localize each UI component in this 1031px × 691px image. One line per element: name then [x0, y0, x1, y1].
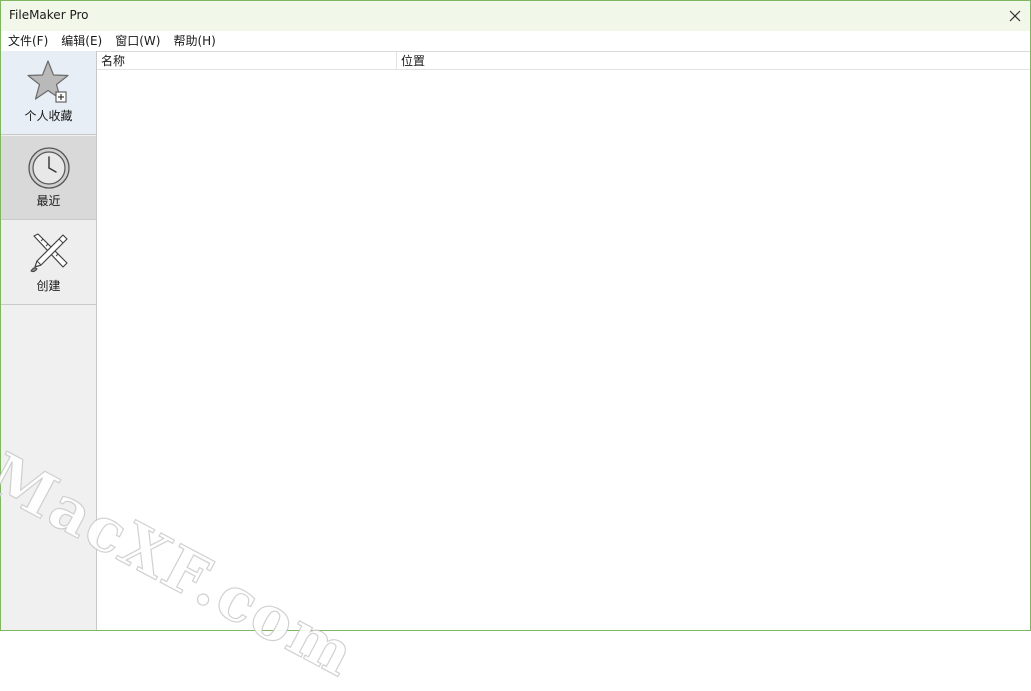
menu-edit[interactable]: 编辑(E): [54, 31, 108, 51]
table-header: 名称 位置: [97, 51, 1030, 70]
file-list[interactable]: [97, 70, 1030, 630]
sidebar-item-label: 个人收藏: [24, 109, 73, 123]
sidebar-item-recent[interactable]: 最近: [1, 136, 96, 220]
menu-help[interactable]: 帮助(H): [166, 31, 221, 51]
close-icon: [1009, 10, 1021, 22]
sidebar-item-label: 最近: [36, 194, 61, 208]
column-header-location[interactable]: 位置: [397, 52, 1030, 70]
sidebar-item-favorites[interactable]: 个人收藏: [1, 51, 96, 135]
clock-icon: [28, 147, 70, 189]
window-title: FileMaker Pro: [9, 8, 89, 22]
star-add-icon: [27, 60, 69, 103]
sidebar: 个人收藏 最近 创建: [1, 51, 97, 630]
close-button[interactable]: [1000, 1, 1030, 31]
menu-window[interactable]: 窗口(W): [108, 31, 166, 51]
menu-file[interactable]: 文件(F): [1, 31, 54, 51]
menu-bar: 文件(F) 编辑(E) 窗口(W) 帮助(H): [1, 31, 1030, 51]
sidebar-item-label: 创建: [36, 279, 61, 293]
pencil-ruler-icon: [30, 233, 68, 273]
file-list-panel: 名称 位置: [97, 51, 1030, 630]
title-bar: FileMaker Pro: [1, 1, 1030, 31]
column-header-name[interactable]: 名称: [97, 52, 397, 70]
sidebar-item-create[interactable]: 创建: [1, 221, 96, 305]
app-window: FileMaker Pro 文件(F) 编辑(E) 窗口(W) 帮助(H) 个人…: [0, 0, 1031, 631]
